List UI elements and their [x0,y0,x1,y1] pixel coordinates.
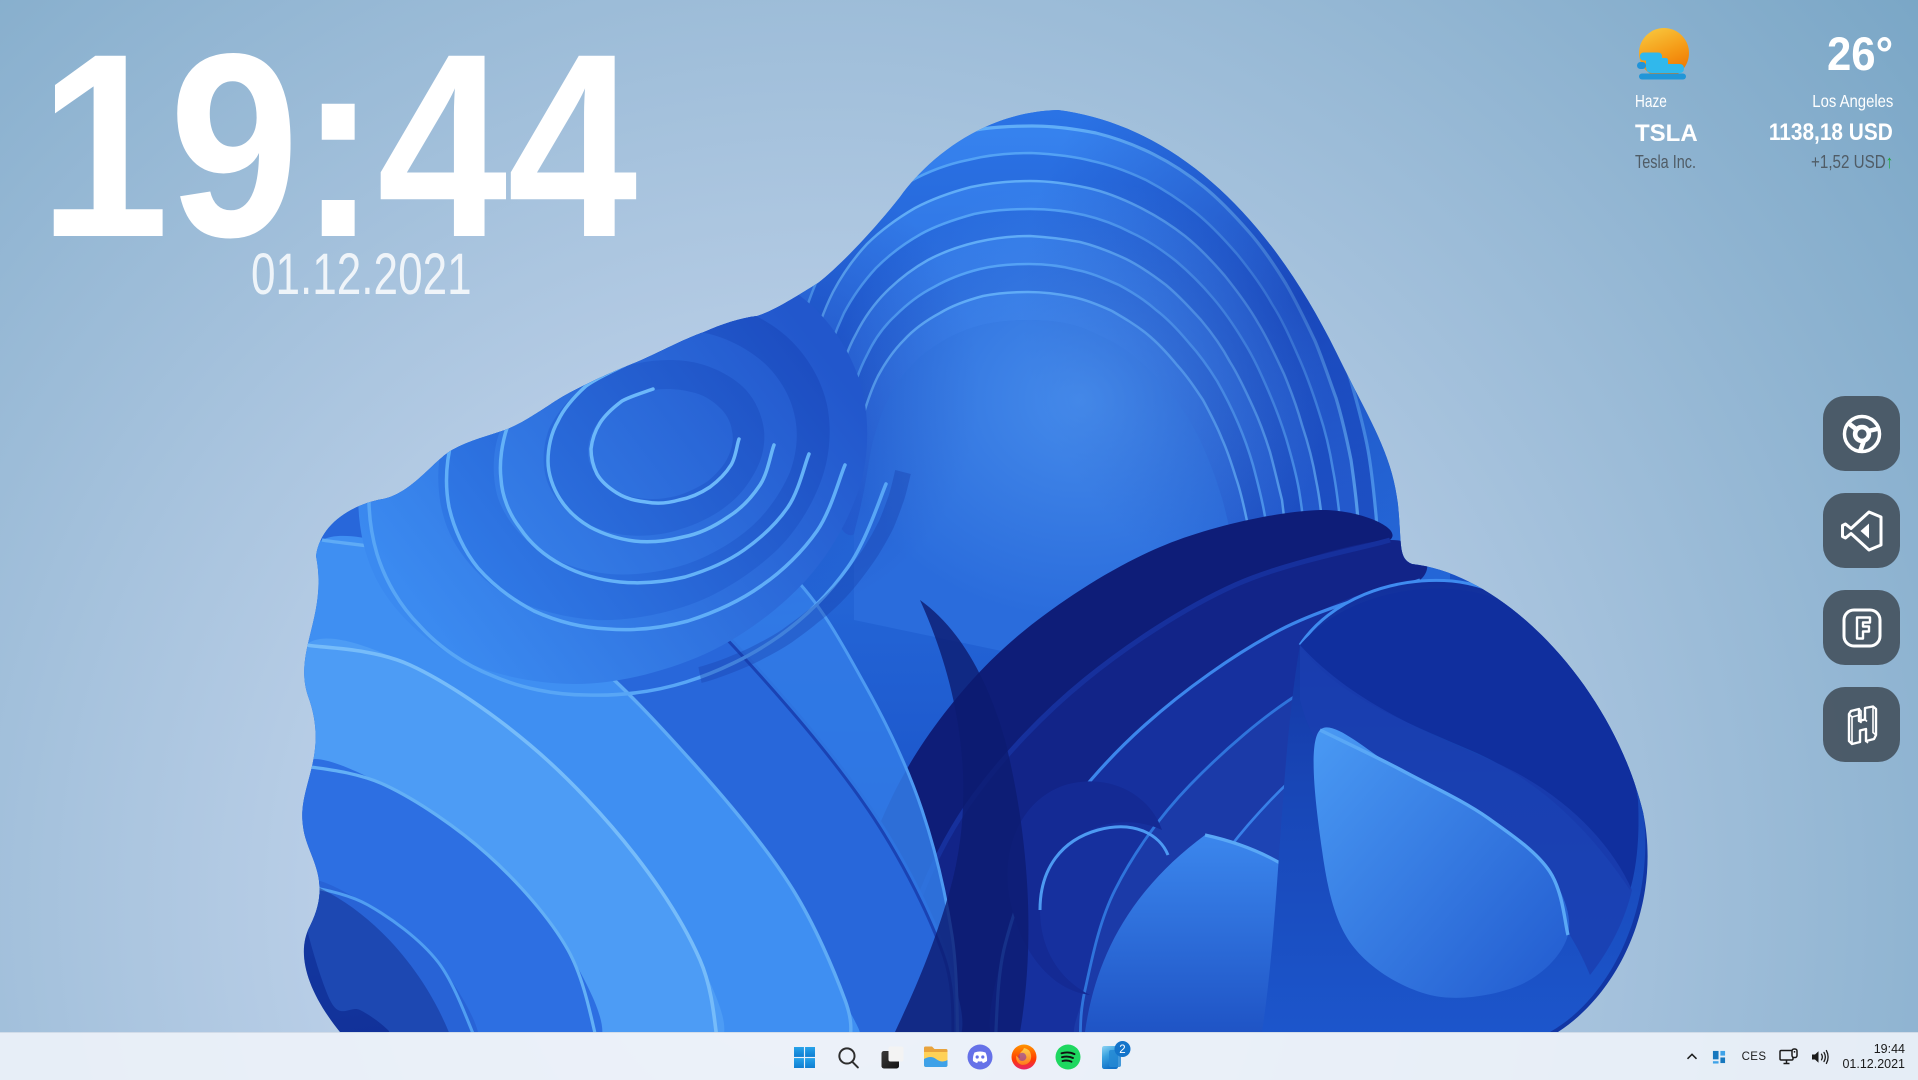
svg-text:2: 2 [1119,1044,1125,1056]
